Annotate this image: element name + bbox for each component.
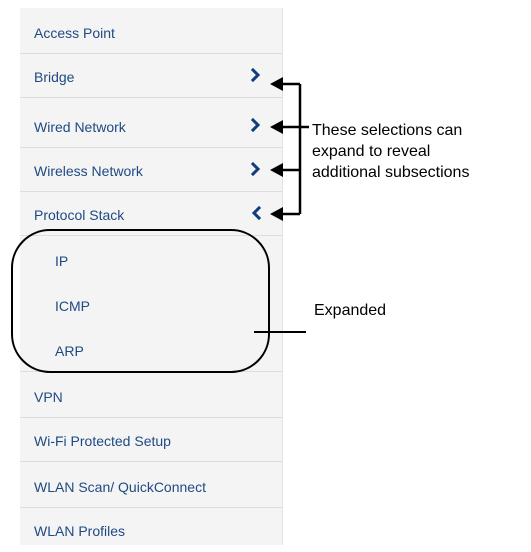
menu-item-label: WLAN Scan/ QuickConnect: [34, 479, 206, 495]
submenu-item-arp[interactable]: ARP: [20, 328, 282, 372]
expanded-label: Expanded: [314, 302, 387, 319]
chevron-right-icon[interactable]: [250, 161, 262, 177]
menu-item-bridge[interactable]: Bridge: [20, 54, 282, 98]
navigation-menu: Access Point Bridge Wired Network Wirele…: [20, 8, 283, 545]
menu-item-wireless-network[interactable]: Wireless Network: [20, 148, 282, 192]
chevron-down-icon[interactable]: [250, 205, 262, 221]
menu-item-wlan-profiles[interactable]: WLAN Profiles: [20, 508, 282, 552]
menu-item-label: WLAN Profiles: [34, 523, 126, 539]
expand-note: These selections can expand to reveal ad…: [312, 120, 469, 183]
expand-note-line: These selections can: [312, 122, 463, 139]
menu-item-wlan-scan-quickconnect[interactable]: WLAN Scan/ QuickConnect: [20, 464, 282, 508]
submenu-item-label: ICMP: [55, 298, 90, 314]
menu-item-label: Wireless Network: [34, 163, 143, 179]
menu-item-label: Wi-Fi Protected Setup: [34, 433, 171, 449]
expand-bracket: [282, 82, 309, 216]
menu-item-wired-network[interactable]: Wired Network: [20, 104, 282, 148]
expand-note-line: expand to reveal: [312, 143, 431, 160]
menu-item-label: Access Point: [34, 25, 115, 41]
menu-item-wifi-protected-setup[interactable]: Wi-Fi Protected Setup: [20, 418, 282, 462]
menu-item-label: VPN: [34, 389, 63, 405]
chevron-right-icon[interactable]: [250, 117, 262, 133]
submenu-item-ip[interactable]: IP: [20, 238, 282, 282]
menu-item-label: Protocol Stack: [34, 207, 125, 223]
submenu-item-label: ARP: [55, 343, 84, 359]
chevron-right-icon[interactable]: [250, 67, 262, 83]
menu-item-label: Bridge: [34, 69, 75, 85]
menu-item-vpn[interactable]: VPN: [20, 374, 282, 418]
submenu-item-label: IP: [55, 253, 69, 269]
submenu-item-icmp[interactable]: ICMP: [20, 283, 282, 327]
menu-item-protocol-stack[interactable]: Protocol Stack: [20, 192, 282, 236]
menu-item-access-point[interactable]: Access Point: [20, 10, 282, 54]
expand-note-line: additional subsections: [312, 164, 470, 181]
menu-item-label: Wired Network: [34, 119, 126, 135]
